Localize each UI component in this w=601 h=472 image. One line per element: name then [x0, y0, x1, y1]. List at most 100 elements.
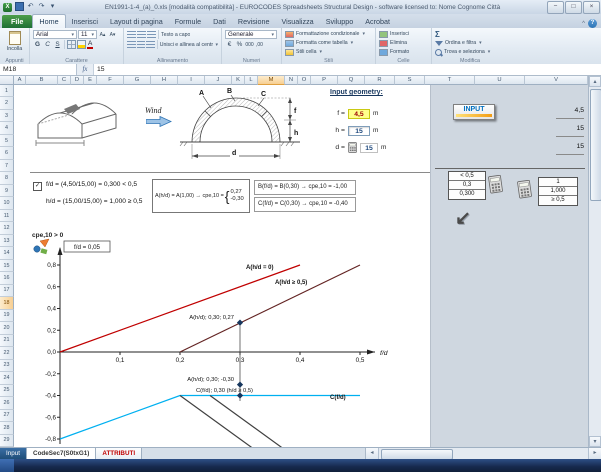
- undo-button[interactable]: ↶: [26, 2, 35, 12]
- row-header-12[interactable]: 12: [0, 222, 14, 234]
- column-header-B[interactable]: B: [26, 76, 58, 85]
- row-header-13[interactable]: 13: [0, 235, 14, 247]
- find-select-button[interactable]: Trova e seleziona ▾: [435, 48, 505, 56]
- row-header-19[interactable]: 19: [0, 310, 14, 322]
- ribbon-tab-dati[interactable]: Dati: [207, 15, 232, 28]
- column-header-T[interactable]: T: [425, 76, 475, 85]
- align-middle-icon[interactable]: [137, 31, 146, 38]
- cell-styles-button[interactable]: Stili cella ▾: [285, 48, 372, 56]
- save-button[interactable]: [15, 2, 24, 12]
- column-header-I[interactable]: I: [178, 76, 205, 85]
- insert-cells-button[interactable]: Inserisci: [379, 30, 428, 38]
- sheet-tab-input[interactable]: Input: [0, 448, 27, 459]
- column-header-A[interactable]: A: [14, 76, 26, 85]
- align-left-icon[interactable]: [127, 41, 136, 48]
- scroll-right-icon[interactable]: ▸: [588, 448, 601, 459]
- scroll-up-icon[interactable]: ▴: [589, 76, 601, 87]
- column-header-C[interactable]: C: [58, 76, 71, 85]
- row-header-28[interactable]: 28: [0, 422, 14, 434]
- conditional-formatting-button[interactable]: Formattazione condizionale ▾: [285, 30, 372, 38]
- row-header-27[interactable]: 27: [0, 410, 14, 422]
- autosum-button[interactable]: Σ: [435, 30, 505, 38]
- column-header-R[interactable]: R: [365, 76, 395, 85]
- row-header-17[interactable]: 17: [0, 285, 14, 297]
- row-header-9[interactable]: 9: [0, 185, 14, 197]
- font-size-select[interactable]: 11▾: [78, 30, 97, 39]
- delete-cells-button[interactable]: Elimina: [379, 39, 428, 47]
- row-header-2[interactable]: 2: [0, 97, 14, 109]
- column-header-U[interactable]: U: [475, 76, 525, 85]
- sheet-tab-attributi[interactable]: ATTRIBUTI: [96, 448, 142, 459]
- file-tab[interactable]: File: [2, 15, 32, 28]
- vertical-scroll-thumb[interactable]: [590, 89, 601, 201]
- hd-value-cell[interactable]: 1,000: [539, 187, 577, 196]
- column-header-S[interactable]: S: [395, 76, 425, 85]
- row-header-21[interactable]: 21: [0, 335, 14, 347]
- ribbon-tab-revisione[interactable]: Revisione: [232, 15, 276, 28]
- grow-font-button[interactable]: A▴: [98, 30, 107, 39]
- align-center-icon[interactable]: [137, 41, 146, 48]
- column-header-Q[interactable]: Q: [338, 76, 365, 85]
- fill-color-icon[interactable]: [77, 40, 86, 49]
- formula-input[interactable]: 15: [94, 64, 601, 75]
- column-header-O[interactable]: O: [298, 76, 311, 85]
- row-header-29[interactable]: 29: [0, 435, 14, 447]
- italic-button[interactable]: C: [43, 40, 52, 49]
- column-header-D[interactable]: D: [71, 76, 84, 85]
- percent-format-button[interactable]: %: [235, 40, 244, 49]
- close-button[interactable]: ×: [583, 1, 600, 14]
- ribbon-tab-layout-di-pagina[interactable]: Layout di pagina: [104, 15, 169, 28]
- horizontal-scrollbar[interactable]: ◂ ▸: [365, 448, 601, 459]
- paste-button[interactable]: Incolla: [3, 30, 26, 52]
- number-format-select[interactable]: Generale▾: [225, 30, 277, 39]
- row-header-3[interactable]: 3: [0, 110, 14, 122]
- row-header-18[interactable]: 18: [0, 297, 14, 309]
- maximize-button[interactable]: □: [565, 1, 582, 14]
- decimal-format-button[interactable]: ,00: [255, 40, 264, 49]
- ribbon-tab-sviluppo[interactable]: Sviluppo: [320, 15, 360, 28]
- select-all-corner[interactable]: [0, 76, 14, 85]
- input-button[interactable]: INPUT: [453, 104, 495, 120]
- row-header-16[interactable]: 16: [0, 272, 14, 284]
- sort-filter-button[interactable]: Ordina e filtra ▾: [435, 39, 505, 47]
- shrink-font-button[interactable]: A▾: [108, 30, 117, 39]
- row-header-7[interactable]: 7: [0, 160, 14, 172]
- minimize-button[interactable]: −: [547, 1, 564, 14]
- currency-format-button[interactable]: €: [225, 40, 234, 49]
- insert-function-icon[interactable]: fx: [77, 64, 94, 75]
- align-right-icon[interactable]: [146, 41, 155, 48]
- d-input-cell[interactable]: 15: [360, 143, 378, 153]
- row-header-15[interactable]: 15: [0, 260, 14, 272]
- qat-dropdown-icon[interactable]: ▾: [48, 2, 57, 12]
- column-header-E[interactable]: E: [84, 76, 97, 85]
- row-header-26[interactable]: 26: [0, 397, 14, 409]
- row-header-6[interactable]: 6: [0, 147, 14, 159]
- row-header-14[interactable]: 14: [0, 247, 14, 259]
- name-box[interactable]: M18: [0, 64, 77, 75]
- scroll-left-icon[interactable]: ◂: [366, 448, 379, 459]
- row-header-8[interactable]: 8: [0, 172, 14, 184]
- format-cells-button[interactable]: Formato: [379, 48, 428, 56]
- borders-icon[interactable]: [67, 40, 76, 49]
- column-header-G[interactable]: G: [124, 76, 151, 85]
- column-header-M[interactable]: M: [258, 76, 285, 85]
- minimize-ribbon-icon[interactable]: ^: [582, 21, 585, 27]
- vertical-scrollbar[interactable]: ▴ ▾: [588, 76, 601, 447]
- taskbar[interactable]: [0, 459, 601, 472]
- column-header-F[interactable]: F: [97, 76, 124, 85]
- column-header-K[interactable]: K: [232, 76, 245, 85]
- row-header-24[interactable]: 24: [0, 372, 14, 384]
- row-header-5[interactable]: 5: [0, 135, 14, 147]
- ribbon-tab-inserisci[interactable]: Inserisci: [66, 15, 104, 28]
- help-icon[interactable]: ?: [588, 19, 597, 28]
- taskbar-start-segment[interactable]: [0, 459, 14, 472]
- column-header-V[interactable]: V: [525, 76, 588, 85]
- format-as-table-button[interactable]: Formatta come tabella ▾: [285, 39, 372, 47]
- sheet-tab-codesec7-s0txg1-[interactable]: CodeSec7(S0txG1): [27, 448, 96, 459]
- fd-limit-cell[interactable]: < 0,5: [449, 172, 485, 181]
- row-header-20[interactable]: 20: [0, 322, 14, 334]
- row-header-25[interactable]: 25: [0, 385, 14, 397]
- scroll-down-icon[interactable]: ▾: [589, 436, 601, 447]
- ribbon-tab-home[interactable]: Home: [32, 14, 65, 28]
- panel-value-d[interactable]: 15: [556, 143, 584, 155]
